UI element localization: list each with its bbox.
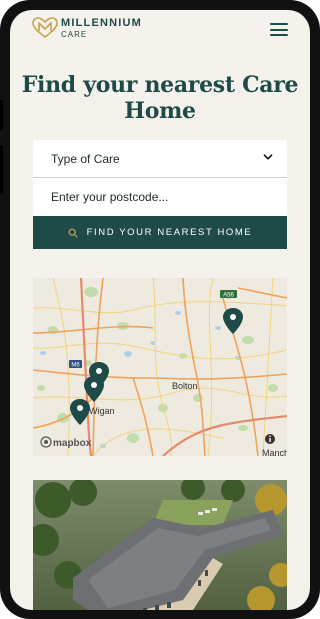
svg-text:mapbox: mapbox: [53, 438, 92, 449]
care-type-select[interactable]: Type of Care: [33, 140, 287, 178]
care-home-aerial-photo: [33, 480, 287, 610]
brand-subname: CARE: [61, 29, 88, 39]
find-button-label: FIND YOUR NEAREST HOME: [86, 227, 253, 238]
phone-side-button: [0, 145, 3, 193]
hamburger-menu-icon[interactable]: [270, 23, 288, 36]
page-title: Find your nearest Care Home: [21, 72, 299, 124]
postcode-input[interactable]: [33, 178, 287, 216]
map-label-manchester: Mancheste: [262, 448, 287, 456]
map-label-wigan: Wigan: [89, 406, 115, 416]
chevron-down-icon: [263, 154, 273, 160]
heart-m-logo-icon: [32, 17, 58, 39]
search-icon: [68, 228, 78, 238]
road-badge-a56: A56: [220, 290, 237, 298]
svg-text:M6: M6: [71, 362, 80, 368]
brand-logo[interactable]: MILLENNIUM CARE: [32, 17, 142, 39]
care-type-label: Type of Care: [51, 151, 120, 166]
site-header: MILLENNIUM CARE: [10, 10, 310, 50]
brand-name: MILLENNIUM: [61, 16, 143, 29]
care-homes-map[interactable]: M6 A56 Bolton Wigan Mancheste: [33, 278, 287, 456]
phone-side-button: [0, 100, 3, 130]
map-label-bolton: Bolton: [172, 381, 198, 391]
svg-text:A56: A56: [223, 292, 234, 298]
phone-screen: MILLENNIUM CARE Find your nearest Care H…: [10, 10, 310, 610]
road-badge-m6: M6: [69, 360, 82, 368]
info-icon[interactable]: [265, 434, 275, 444]
find-nearest-home-button[interactable]: FIND YOUR NEAREST HOME: [33, 216, 287, 249]
